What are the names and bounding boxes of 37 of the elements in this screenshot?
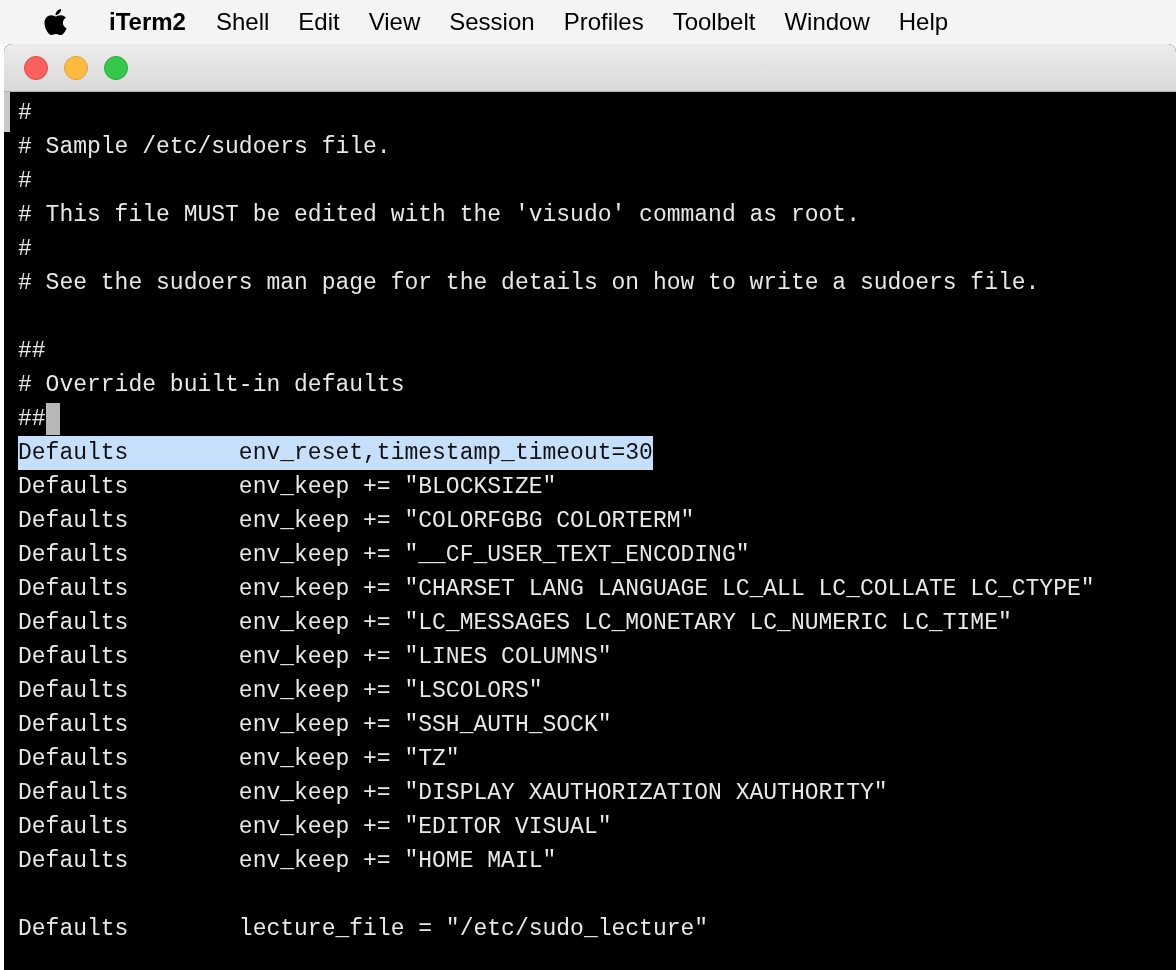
close-button[interactable] <box>24 55 48 80</box>
terminal-line: Defaults env_keep += "COLORFGBG COLORTERM" <box>18 507 695 536</box>
terminal-line: Defaults env_keep += "LC_MESSAGES LC_MONETARY LC_NUMERIC LC_TIME" <box>18 609 1012 638</box>
minimize-button[interactable] <box>64 55 88 80</box>
menu-item[interactable]: Profiles <box>563 4 644 40</box>
terminal-line: ## <box>18 405 46 434</box>
menu-item[interactable]: Help <box>898 4 949 40</box>
terminal-line: Defaults env_keep += "__CF_USER_TEXT_ENCODING" <box>18 541 750 570</box>
menu-app-name[interactable]: iTerm2 <box>109 4 186 40</box>
terminal-line: Defaults env_keep += "BLOCKSIZE" <box>18 473 557 502</box>
zoom-button[interactable] <box>104 55 128 80</box>
terminal-line: Defaults env_keep += "HOME MAIL" <box>18 847 557 876</box>
terminal-line: # This file MUST be edited with the 'visudo' command as root. <box>18 201 860 230</box>
terminal-line: Defaults env_keep += "CHARSET LANG LANGUAGE LC_ALL LC_COLLATE LC_CTYPE" <box>18 575 1095 604</box>
menu-item[interactable]: Shell <box>215 4 270 40</box>
menu-item[interactable]: View <box>368 4 421 40</box>
menu-item[interactable]: Session <box>449 4 535 40</box>
terminal-line: # <box>18 167 32 196</box>
terminal-line: Defaults lecture_file = "/etc/sudo_lecture" <box>18 915 709 944</box>
terminal-line: # See the sudoers man page for the details on how to write a sudoers file. <box>18 269 1040 298</box>
menu-item[interactable]: Toolbelt <box>672 4 756 40</box>
menu-item[interactable]: Edit <box>298 4 340 40</box>
terminal-line: Defaults env_keep += "LSCOLORS" <box>18 677 543 706</box>
terminal-line: ## <box>18 337 46 366</box>
terminal-line: # <box>18 235 32 264</box>
terminal-line: Defaults env_keep += "LINES COLUMNS" <box>18 643 612 672</box>
terminal-line: Defaults env_keep += "DISPLAY XAUTHORIZATION XAUTHORITY" <box>18 779 888 808</box>
terminal-line: Defaults env_keep += "EDITOR VISUAL" <box>18 813 612 842</box>
terminal-line: Defaults env_keep += "SSH_AUTH_SOCK" <box>18 711 612 740</box>
terminal-line: # Override built-in defaults <box>18 371 405 400</box>
terminal-line: # <box>18 99 32 128</box>
scroll-marker <box>4 92 10 132</box>
apple-logo-icon[interactable] <box>42 7 69 37</box>
terminal-line: # Sample /etc/sudoers file. <box>18 133 391 162</box>
terminal-line: Defaults env_keep += "TZ" <box>18 745 460 774</box>
menu-item[interactable]: Window <box>784 4 870 40</box>
text-cursor <box>45 403 60 435</box>
